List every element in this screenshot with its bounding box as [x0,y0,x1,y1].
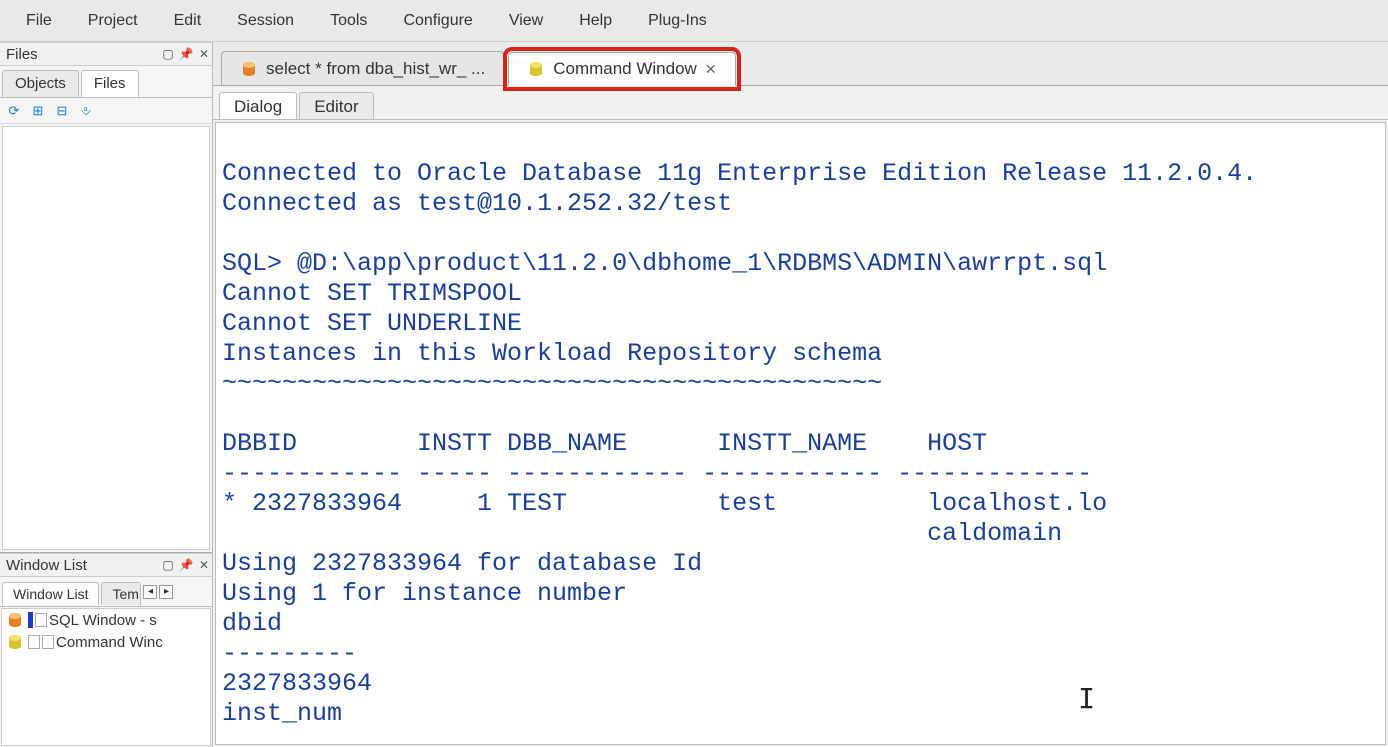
window-list-item-label: SQL Window - s [49,612,157,629]
menu-configure[interactable]: Configure [385,6,490,36]
doc-tab-label: Command Window [553,59,697,79]
refresh-icon[interactable]: ⟳ [6,103,22,119]
files-panel-header: Files ▢ 📌 ✕ [0,42,212,66]
menu-tools[interactable]: Tools [312,6,385,36]
files-panel: Files ▢ 📌 ✕ Objects Files ⟳ ⊞ ⊟ ⎀ [0,42,212,552]
menu-project[interactable]: Project [70,6,156,36]
doc-tab-sql[interactable]: select * from dba_hist_wr_ ... [221,51,504,85]
autohide-icon[interactable]: ▢ [160,557,176,573]
window-list-item-label: Command Winc [56,634,163,651]
window-marker-icon [35,613,47,627]
menu-help[interactable]: Help [561,6,630,36]
expand-icon[interactable]: ⊞ [30,103,46,119]
menu-session[interactable]: Session [219,6,312,36]
window-marker-icon [42,635,54,649]
menu-file[interactable]: File [8,6,70,36]
tab-window-list[interactable]: Window List [2,582,99,605]
command-console[interactable]: Connected to Oracle Database 11g Enterpr… [215,122,1386,745]
doc-tab-cmd[interactable]: Command Window ✕ [508,52,735,86]
editor-area: select * from dba_hist_wr_ ... Command W… [213,42,1388,747]
window-list-body: SQL Window - s Command Winc [1,608,211,746]
window-list-panel: Window List ▢ 📌 ✕ Window List Tem ◂ ▸ S [0,552,212,747]
database-icon [6,633,24,651]
tab-objects[interactable]: Objects [2,70,79,97]
doc-tab-label: select * from dba_hist_wr_ ... [266,59,485,79]
console-output: Connected to Oracle Database 11g Enterpr… [222,159,1257,728]
document-tabs: select * from dba_hist_wr_ ... Command W… [213,42,1388,86]
menu-plugins[interactable]: Plug-Ins [630,6,725,36]
pin-icon[interactable]: 📌 [178,46,194,62]
tab-files[interactable]: Files [81,70,139,97]
files-panel-title: Files [6,46,158,63]
filter-icon[interactable]: ⎀ [78,103,94,119]
window-list-item-sql[interactable]: SQL Window - s [2,609,210,631]
window-list-title: Window List [6,557,158,574]
tab-scroll-right-icon[interactable]: ▸ [159,585,173,599]
database-icon [6,611,24,629]
window-marker-icon [28,635,40,649]
active-marker-icon [28,612,33,628]
close-icon[interactable]: ✕ [196,557,212,573]
menu-edit[interactable]: Edit [156,6,220,36]
tab-editor[interactable]: Editor [299,92,373,119]
pin-icon[interactable]: 📌 [178,557,194,573]
collapse-icon[interactable]: ⊟ [54,103,70,119]
tab-scroll-left-icon[interactable]: ◂ [143,585,157,599]
autohide-icon[interactable]: ▢ [160,46,176,62]
tab-templates[interactable]: Tem [101,582,141,605]
window-list-item-cmd[interactable]: Command Winc [2,631,210,653]
window-list-tabs: Window List Tem ◂ ▸ [0,577,212,607]
text-cursor-icon: I [1078,684,1095,714]
close-icon[interactable]: ✕ [705,61,717,78]
files-subtabs: Objects Files [0,66,212,98]
database-icon [240,60,258,78]
window-list-header: Window List ▢ 📌 ✕ [0,553,212,577]
menubar: File Project Edit Session Tools Configur… [0,0,1388,42]
tab-dialog[interactable]: Dialog [219,92,297,119]
inner-tabs: Dialog Editor [213,86,1388,120]
files-toolbar: ⟳ ⊞ ⊟ ⎀ [0,98,212,124]
menu-view[interactable]: View [491,6,561,36]
database-icon [527,60,545,78]
close-icon[interactable]: ✕ [196,46,212,62]
left-column: Files ▢ 📌 ✕ Objects Files ⟳ ⊞ ⊟ ⎀ Window… [0,42,213,747]
files-tree[interactable] [2,126,210,550]
